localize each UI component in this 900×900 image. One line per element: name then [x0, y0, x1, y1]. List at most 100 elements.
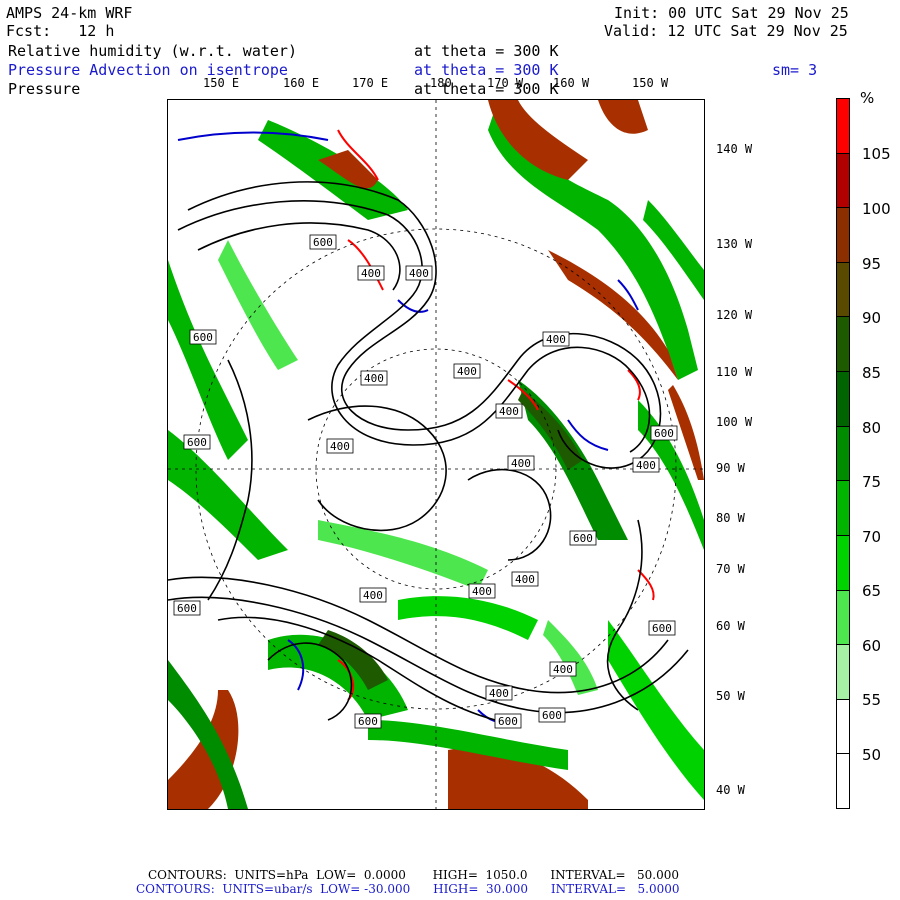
colorbar-label-90: 90	[862, 309, 882, 327]
colorbar-label-55: 55	[862, 691, 882, 709]
colorbar-label-80: 80	[862, 419, 882, 437]
contour-label: 400	[357, 265, 385, 281]
svg-text:600: 600	[573, 532, 593, 545]
colorbar-cell	[836, 698, 850, 755]
contour-label: 400	[468, 583, 496, 599]
forecast-hour: Fcst: 12 h	[6, 22, 115, 40]
lon-label-160e: 160 E	[283, 76, 320, 90]
map-panel: 600 400 400 400 600 400 400 400 600 600 …	[167, 99, 705, 810]
lon-label-80w: 80 W	[716, 511, 745, 525]
colorbar-cell	[836, 480, 850, 536]
contour-label: 400	[359, 587, 387, 603]
lon-label-50w: 50 W	[716, 689, 745, 703]
contour-label: 600	[309, 234, 337, 250]
lon-label-130w: 130 W	[716, 237, 753, 251]
svg-text:400: 400	[499, 405, 519, 418]
contour-label: 600	[569, 530, 597, 546]
colorbar-label-85: 85	[862, 364, 882, 382]
svg-text:400: 400	[457, 365, 477, 378]
colorbar-label-105: 105	[862, 145, 891, 163]
lon-label-40w: 40 W	[716, 783, 745, 797]
contour-label: 400	[632, 457, 660, 473]
contour-label: 600	[183, 434, 211, 450]
model-title: AMPS 24-km WRF	[6, 4, 133, 22]
colorbar-cell	[836, 753, 850, 809]
lon-label-170w: 170 W	[487, 76, 524, 90]
lon-label-160w: 160 W	[553, 76, 590, 90]
contour-label: 400	[542, 331, 570, 347]
lon-label-140w: 140 W	[716, 142, 753, 156]
contour-label: 400	[485, 685, 513, 701]
svg-text:600: 600	[193, 331, 213, 344]
lon-label-170e: 170 E	[352, 76, 389, 90]
svg-text:600: 600	[652, 622, 672, 635]
svg-text:400: 400	[330, 440, 350, 453]
valid-time: Valid: 12 UTC Sat 29 Nov 25	[604, 22, 848, 40]
svg-text:400: 400	[489, 687, 509, 700]
svg-text:400: 400	[363, 589, 383, 602]
colorbar-label-75: 75	[862, 473, 882, 491]
contour-label: 400	[453, 363, 481, 379]
svg-text:400: 400	[546, 333, 566, 346]
lon-label-100w: 100 W	[716, 415, 753, 429]
contour-label: 400	[168, 100, 188, 103]
svg-text:600: 600	[187, 436, 207, 449]
contour-info-advection: CONTOURS: UNITS=ubar/s LOW= -30.000 HIGH…	[136, 882, 680, 896]
colorbar-cell	[836, 316, 850, 373]
colorbar-cell	[836, 589, 850, 646]
svg-text:400: 400	[409, 267, 429, 280]
svg-text:600: 600	[358, 715, 378, 728]
svg-text:600: 600	[654, 427, 674, 440]
colorbar-label-95: 95	[862, 255, 882, 273]
colorbar-cell	[836, 98, 850, 154]
lon-label-90w: 90 W	[716, 461, 745, 475]
field2-title: Pressure Advection on isentrope	[8, 61, 288, 79]
field1-level: at theta = 300 K	[414, 42, 559, 60]
colorbar-label-100: 100	[862, 200, 891, 218]
init-time: Init: 00 UTC Sat 29 Nov 25	[614, 4, 849, 22]
contour-label: 400	[495, 403, 523, 419]
lon-label-70w: 70 W	[716, 562, 745, 576]
contour-label: 600	[189, 329, 217, 345]
smoothing-label: sm= 3	[772, 61, 818, 79]
colorbar-cell	[836, 261, 850, 318]
map-graphic: 600 400 400 400 600 400 400 400 600 600 …	[168, 100, 704, 809]
contour-label: 400	[507, 455, 535, 471]
colorbar-label-70: 70	[862, 528, 882, 546]
svg-text:400: 400	[472, 585, 492, 598]
contour-label: 400	[549, 661, 577, 677]
svg-text:600: 600	[542, 709, 562, 722]
colorbar-unit: %	[860, 89, 875, 107]
colorbar-label-50: 50	[862, 746, 882, 764]
contour-label: 600	[538, 707, 566, 723]
svg-text:600: 600	[177, 602, 197, 615]
svg-text:400: 400	[553, 663, 573, 676]
colorbar-cell	[836, 152, 850, 209]
contour-label: 600	[354, 713, 382, 729]
contour-label: 600	[494, 713, 522, 729]
lon-label-150w: 150 W	[632, 76, 669, 90]
lon-label-150e: 150 E	[203, 76, 240, 90]
contour-info-pressure: CONTOURS: UNITS=hPa LOW= 0.0000 HIGH= 10…	[148, 868, 679, 882]
svg-text:400: 400	[361, 267, 381, 280]
lon-label-110w: 110 W	[716, 365, 753, 379]
lon-label-60w: 60 W	[716, 619, 745, 633]
lon-label-120w: 120 W	[716, 308, 753, 322]
svg-text:400: 400	[511, 457, 531, 470]
svg-text:400: 400	[364, 372, 384, 385]
contour-label: 400	[511, 571, 539, 587]
lon-label-180: 180	[430, 76, 452, 90]
contour-label: 400	[360, 370, 388, 386]
field1-title: Relative humidity (w.r.t. water)	[8, 42, 297, 60]
colorbar-cell	[836, 425, 850, 482]
svg-text:600: 600	[313, 236, 333, 249]
colorbar-cell	[836, 371, 850, 427]
contour-label: 400	[326, 438, 354, 454]
contour-labels: 600 400 400 400 600 400 400 400 600 600 …	[168, 100, 678, 729]
field3-title: Pressure	[8, 80, 81, 98]
svg-text:400: 400	[515, 573, 535, 586]
contour-label: 600	[173, 600, 201, 616]
svg-text:600: 600	[498, 715, 518, 728]
svg-text:400: 400	[636, 459, 656, 472]
colorbar-cell	[836, 207, 850, 263]
